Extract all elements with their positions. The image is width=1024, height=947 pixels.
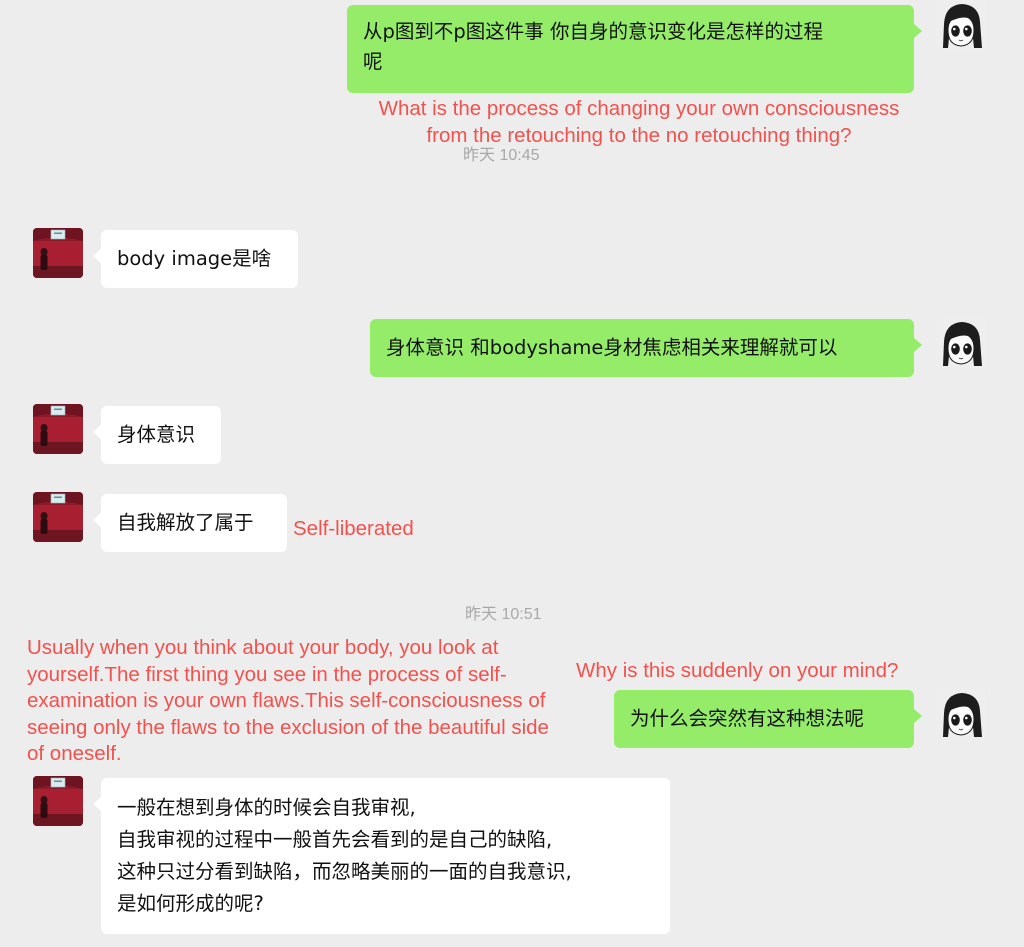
- red-room-avatar-icon: [33, 404, 83, 454]
- translation-text: What is the process of changing your own…: [354, 96, 924, 149]
- self-avatar[interactable]: [936, 0, 986, 50]
- received-message-bubble[interactable]: body image是啥: [93, 230, 298, 288]
- translation-line: yourself.The first thing you see in the …: [27, 662, 507, 686]
- cartoon-girl-avatar-icon: [936, 318, 986, 368]
- red-room-avatar-icon: [33, 492, 83, 542]
- message-text: 身体意识 和bodyshame身材焦虑相关来理解就可以: [386, 336, 838, 359]
- sent-message-bubble[interactable]: 身体意识 和bodyshame身材焦虑相关来理解就可以: [370, 319, 922, 377]
- contact-avatar[interactable]: [33, 776, 83, 826]
- message-line: 这种只过分看到缺陷，而忽略美丽的一面的自我意识,: [117, 860, 572, 883]
- message-line: 一般在想到身体的时候会自我审视,: [117, 796, 416, 819]
- contact-avatar[interactable]: [33, 404, 83, 454]
- translation-text: Self-liberated: [293, 517, 414, 540]
- received-message-bubble[interactable]: 身体意识: [93, 406, 221, 464]
- self-avatar[interactable]: [936, 689, 986, 739]
- translation-line: Usually when you think about your body, …: [27, 636, 499, 659]
- timestamp: 昨天 10:51: [465, 606, 542, 623]
- message-text: 身体意识: [117, 423, 196, 446]
- translation-text: Why is this suddenly on your mind?: [576, 659, 899, 682]
- translation-line: from the retouching to the no retouching…: [426, 123, 852, 147]
- sent-message-bubble[interactable]: 为什么会突然有这种想法呢: [614, 690, 922, 748]
- message-line: 从p图到不p图这件事 你自身的意识变化是怎样的过程: [363, 20, 823, 43]
- cartoon-girl-avatar-icon: [936, 689, 986, 739]
- sent-message-bubble[interactable]: 从p图到不p图这件事 你自身的意识变化是怎样的过程 呢: [347, 5, 922, 93]
- message-text: 为什么会突然有这种想法呢: [630, 707, 865, 730]
- self-avatar[interactable]: [936, 318, 986, 368]
- translation-line: seeing only the flaws to the exclusion o…: [27, 715, 549, 739]
- message-text: 自我解放了属于: [117, 511, 254, 534]
- received-message-bubble[interactable]: 自我解放了属于: [93, 494, 287, 552]
- translation-line: examination is your own flaws.This self-…: [27, 689, 546, 712]
- contact-avatar[interactable]: [33, 228, 83, 278]
- message-text: body image是啥: [117, 247, 272, 270]
- received-message-bubble[interactable]: 一般在想到身体的时候会自我审视, 自我审视的过程中一般首先会看到的是自己的缺陷,…: [93, 778, 670, 934]
- message-line: 呢: [363, 50, 383, 73]
- translation-line: What is the process of changing your own…: [378, 97, 900, 120]
- timestamp: 昨天 10:45: [463, 147, 540, 164]
- cartoon-girl-avatar-icon: [936, 0, 986, 50]
- red-room-avatar-icon: [33, 228, 83, 278]
- translation-text: Usually when you think about your body, …: [27, 635, 549, 768]
- message-line: 是如何形成的呢?: [117, 892, 264, 915]
- message-line: 自我审视的过程中一般首先会看到的是自己的缺陷,: [117, 828, 553, 851]
- contact-avatar[interactable]: [33, 492, 83, 542]
- translation-line: of oneself.: [27, 742, 122, 765]
- red-room-avatar-icon: [33, 776, 83, 826]
